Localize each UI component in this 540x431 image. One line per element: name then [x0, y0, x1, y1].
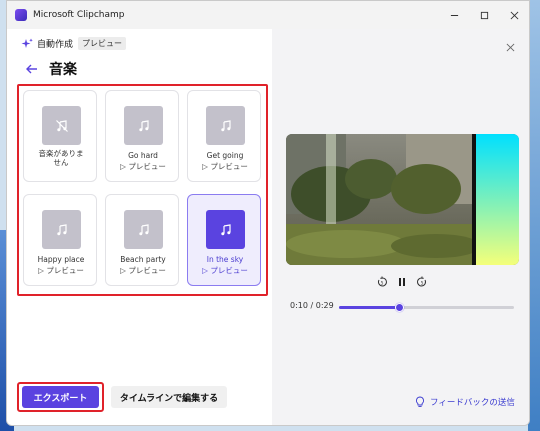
- music-option-title: Happy place: [37, 255, 85, 264]
- close-icon: [510, 11, 518, 19]
- pause-icon: [398, 278, 405, 286]
- music-option-happy-place[interactable]: Happy place ▷ プレビュー: [23, 194, 97, 286]
- music-note-icon: [56, 223, 67, 235]
- rewind-5s-button[interactable]: 5: [376, 276, 388, 288]
- sparkle-icon: [21, 38, 33, 48]
- send-feedback-link[interactable]: フィードバックの送信: [414, 396, 515, 408]
- music-option-in-the-sky[interactable]: In the sky ▷ プレビュー: [187, 194, 261, 286]
- maximize-button[interactable]: [469, 1, 499, 29]
- music-note-icon: [220, 223, 231, 235]
- forward-5s-button[interactable]: 5: [416, 276, 428, 288]
- minimize-button[interactable]: [439, 1, 469, 29]
- feedback-label: フィードバックの送信: [430, 398, 515, 408]
- svg-text:5: 5: [420, 280, 423, 286]
- music-option-preview-link[interactable]: ▷ プレビュー: [26, 265, 96, 276]
- music-option-thumbnail: [124, 210, 163, 249]
- music-option-thumbnail: [42, 106, 81, 145]
- back-arrow-icon[interactable]: [25, 62, 39, 76]
- music-option-preview-link[interactable]: ▷ プレビュー: [190, 265, 260, 276]
- video-preview[interactable]: [286, 134, 519, 265]
- music-option-thumbnail: [206, 210, 245, 249]
- auto-compose-header: 自動作成 プレビュー: [21, 37, 127, 50]
- page-title: 音楽: [49, 62, 77, 78]
- video-frame-image: [286, 134, 519, 265]
- playback-time: 0:10 / 0:29: [290, 301, 334, 310]
- music-note-icon: [220, 119, 231, 131]
- music-off-icon: [55, 119, 68, 132]
- seek-bar[interactable]: [339, 303, 514, 312]
- settings-panel: 自動作成 プレビュー 音楽 音楽がありま せん Go hard ▷ プレビュー …: [7, 29, 272, 425]
- music-option-preview-link[interactable]: ▷ プレビュー: [108, 161, 178, 172]
- preview-badge: プレビュー: [78, 37, 127, 50]
- music-option-title: Get going: [206, 151, 244, 160]
- app-window: Microsoft Clipchamp 自動作成 プレビュー 音楽 音楽がありま…: [6, 0, 530, 426]
- forward-icon: 5: [416, 276, 426, 287]
- music-option-thumbnail: [124, 106, 163, 145]
- music-option-none[interactable]: 音楽がありま せん: [23, 90, 97, 182]
- auto-compose-label: 自動作成: [37, 40, 74, 50]
- music-option-preview-link[interactable]: ▷ プレビュー: [108, 265, 178, 276]
- edit-in-timeline-button[interactable]: タイムラインで編集する: [111, 386, 227, 408]
- lightbulb-icon: [416, 396, 424, 407]
- music-option-preview-link[interactable]: ▷ プレビュー: [190, 161, 260, 172]
- window-title: Microsoft Clipchamp: [33, 10, 125, 20]
- export-button[interactable]: エクスポート: [22, 386, 99, 408]
- music-option-title: Go hard: [128, 151, 158, 160]
- music-option-title: 音楽がありま せん: [38, 149, 84, 167]
- rewind-icon: 5: [377, 276, 387, 287]
- minimize-icon: [450, 14, 458, 16]
- close-panel-icon[interactable]: [506, 43, 515, 52]
- preview-panel: 5 5 0:10 / 0:29 フィードバックの送信: [272, 29, 529, 425]
- title-bar: Microsoft Clipchamp: [7, 1, 529, 29]
- maximize-icon: [480, 11, 488, 19]
- music-option-thumbnail: [206, 106, 245, 145]
- music-option-thumbnail: [42, 210, 81, 249]
- seek-bar-handle[interactable]: [395, 303, 405, 312]
- music-note-icon: [138, 223, 149, 235]
- seek-bar-progress: [339, 306, 400, 309]
- music-option-beach-party[interactable]: Beach party ▷ プレビュー: [105, 194, 179, 286]
- pause-button[interactable]: [396, 276, 408, 288]
- music-option-title: In the sky: [206, 255, 244, 264]
- svg-text:5: 5: [380, 280, 383, 286]
- music-option-go-hard[interactable]: Go hard ▷ プレビュー: [105, 90, 179, 182]
- music-option-title: Beach party: [120, 255, 166, 264]
- music-note-icon: [138, 119, 149, 131]
- music-option-get-going[interactable]: Get going ▷ プレビュー: [187, 90, 261, 182]
- clipchamp-logo-icon: [15, 9, 27, 21]
- close-window-button[interactable]: [499, 1, 529, 29]
